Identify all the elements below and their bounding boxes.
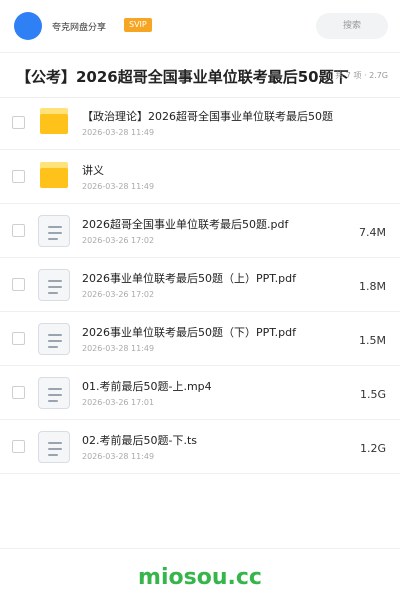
username: 夸克网盘分享 (52, 23, 107, 33)
item-count-meta: 共 7 项 · 2.7G (335, 71, 388, 80)
footer: miosou.cc (0, 548, 400, 600)
list-item[interactable]: 2026超哥全国事业单位联考最后50题.pdf 2026-03-26 17:02… (0, 204, 400, 258)
file-size: 1.5G (359, 388, 386, 401)
file-size: 1.5M (359, 334, 386, 347)
checkbox[interactable] (12, 116, 25, 129)
file-name: 讲义 (82, 164, 104, 177)
list-item[interactable]: 02.考前最后50题-下.ts 2026-03-28 11:49 1.2G (0, 420, 400, 474)
file-date: 2026-03-28 11:49 (82, 128, 155, 137)
list-item[interactable]: 2026事业单位联考最后50题（上）PPT.pdf 2026-03-26 17:… (0, 258, 400, 312)
folder-icon (40, 108, 68, 134)
file-date: 2026-03-28 11:49 (82, 344, 155, 353)
checkbox[interactable] (12, 224, 25, 237)
checkbox[interactable] (12, 170, 25, 183)
file-name: 01.考前最后50题-上.mp4 (82, 380, 212, 393)
file-date: 2026-03-26 17:01 (82, 398, 155, 407)
file-size: 1.8M (359, 280, 386, 293)
file-date: 2026-03-28 11:49 (82, 182, 155, 191)
svip-badge: SVIP (124, 18, 152, 32)
file-date: 2026-03-26 17:02 (82, 290, 155, 299)
checkbox[interactable] (12, 386, 25, 399)
file-size: 7.4M (359, 226, 386, 239)
checkbox[interactable] (12, 332, 25, 345)
share-page: 夸克网盘分享 SVIP 搜索 【公考】2026超哥全国事业单位联考最后50题下 … (0, 0, 400, 600)
document-icon (38, 269, 70, 301)
file-date: 2026-03-28 11:49 (82, 452, 155, 461)
video-file-icon (38, 377, 70, 409)
title-bar: 【公考】2026超哥全国事业单位联考最后50题下 共 7 项 · 2.7G (0, 52, 400, 98)
list-item[interactable]: 2026事业单位联考最后50题（下）PPT.pdf 2026-03-28 11:… (0, 312, 400, 366)
file-name: 2026超哥全国事业单位联考最后50题.pdf (82, 218, 289, 231)
avatar[interactable] (14, 12, 42, 40)
file-name: 2026事业单位联考最后50题（上）PPT.pdf (82, 272, 297, 285)
checkbox[interactable] (12, 278, 25, 291)
file-list: 【政治理论】2026超哥全国事业单位联考最后50题 2026-03-28 11:… (0, 96, 400, 474)
document-icon (38, 215, 70, 247)
file-size: 1.2G (359, 442, 386, 455)
list-item[interactable]: 【政治理论】2026超哥全国事业单位联考最后50题 2026-03-28 11:… (0, 96, 400, 150)
file-date: 2026-03-26 17:02 (82, 236, 155, 245)
video-file-icon (38, 431, 70, 463)
folder-icon (40, 162, 68, 188)
page-title: 【公考】2026超哥全国事业单位联考最后50题下 (16, 68, 349, 86)
document-icon (38, 323, 70, 355)
file-name: 02.考前最后50题-下.ts (82, 434, 198, 447)
file-name: 【政治理论】2026超哥全国事业单位联考最后50题 (82, 110, 333, 123)
search-input[interactable]: 搜索 (316, 13, 388, 39)
header: 夸克网盘分享 SVIP 搜索 (0, 0, 400, 52)
list-item[interactable]: 讲义 2026-03-28 11:49 (0, 150, 400, 204)
checkbox[interactable] (12, 440, 25, 453)
file-name: 2026事业单位联考最后50题（下）PPT.pdf (82, 326, 297, 339)
brand-watermark: miosou.cc (138, 565, 262, 590)
list-item[interactable]: 01.考前最后50题-上.mp4 2026-03-26 17:01 1.5G (0, 366, 400, 420)
